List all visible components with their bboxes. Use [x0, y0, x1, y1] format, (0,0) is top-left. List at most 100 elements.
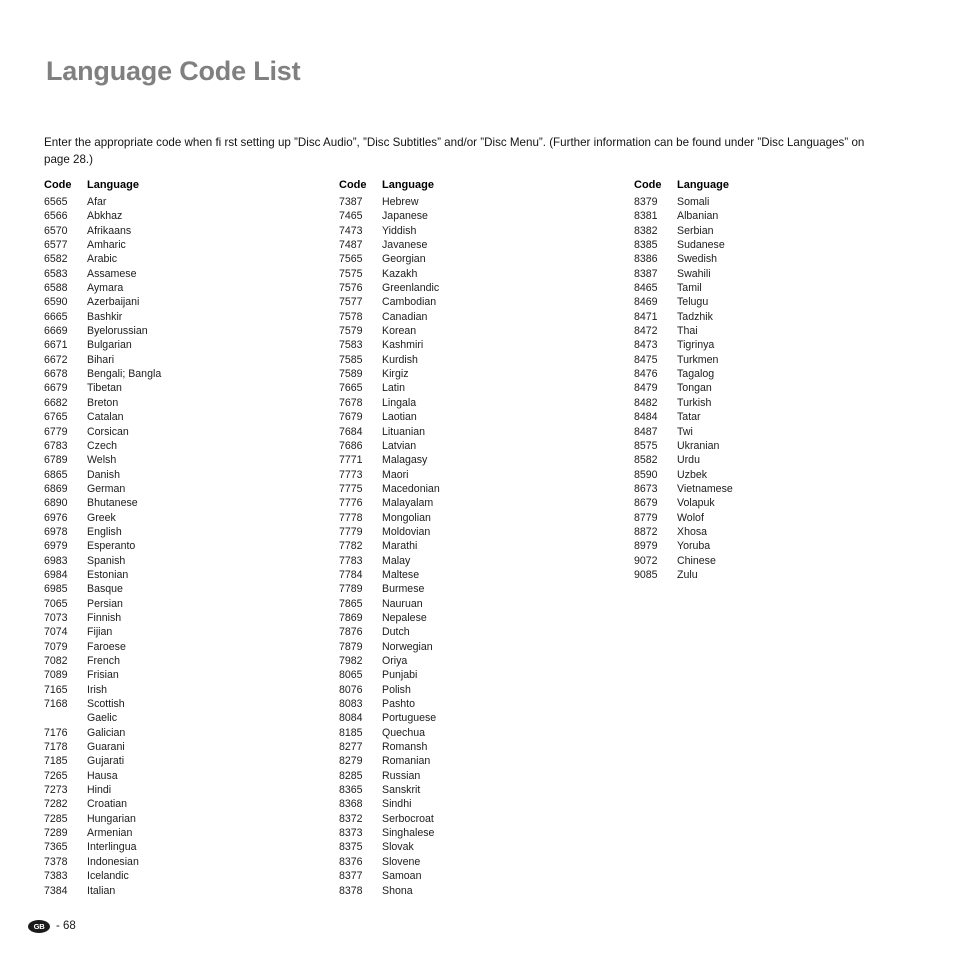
table-row: 6588 Aymara — [44, 281, 339, 295]
column-header-row: Code Language — [634, 176, 929, 195]
cell-code: 8479 — [634, 382, 658, 395]
cell-code: 8484 — [634, 411, 658, 424]
cell-language: Gaelic — [87, 712, 118, 725]
cell-code: 7779 — [339, 525, 363, 538]
cell-language: Catalan — [87, 411, 124, 424]
cell-language: Faroese — [87, 640, 126, 653]
cell-code: 6565 — [44, 196, 68, 208]
cell-code: 7773 — [339, 468, 363, 481]
cell-code: 6665 — [44, 310, 68, 323]
cell-language: Hindi — [87, 784, 112, 797]
table-row: 7079 Faroese — [44, 640, 339, 654]
cell-code: 7487 — [339, 239, 363, 252]
cell-language: Albanian — [677, 210, 719, 223]
cell-language: Samoan — [382, 870, 422, 883]
cell-language: Interlingua — [87, 841, 137, 854]
table-row: 7879 Norwegian — [339, 640, 634, 654]
cell-code: 6577 — [44, 239, 68, 252]
cell-language: Turkmen — [677, 353, 719, 366]
language-code-column-1: Code Language 6565 Afar 6566 Abkhaz 6570 Afri… — [44, 176, 339, 898]
cell-code: 7082 — [44, 655, 68, 667]
cell-language: Zulu — [677, 568, 698, 581]
cell-code: 6590 — [44, 296, 68, 309]
cell-code: 7168 — [44, 698, 68, 711]
table-row: 7771 Malagasy — [339, 453, 634, 467]
table-row: 7686 Latvian — [339, 439, 634, 453]
table-row: 7865 Nauruan — [339, 597, 634, 611]
cell-language: Czech — [87, 439, 118, 452]
language-code-columns: Code Language 6565 Afar 6566 Abkhaz 6570 Afri… — [44, 176, 924, 898]
cell-code: 7583 — [339, 339, 363, 352]
cell-language: Vietnamese — [677, 482, 733, 495]
table-row: 7176 Galician — [44, 726, 339, 740]
cell-language: Kurdish — [382, 353, 418, 366]
cell-language: Quechua — [382, 726, 425, 739]
cell-language: Gujarati — [87, 755, 125, 768]
cell-language: Tatar — [677, 411, 701, 424]
table-row: 8185 Quechua — [339, 726, 634, 740]
cell-language: Icelandic — [87, 870, 129, 883]
cell-code: 8378 — [339, 884, 363, 897]
table-row: 6783 Czech — [44, 439, 339, 453]
cell-language: Serbocroat — [382, 812, 434, 825]
cell-language: Bihari — [87, 353, 115, 366]
cell-language: Shona — [382, 884, 413, 897]
cell-code: 7065 — [44, 597, 68, 610]
table-row: 8487 Twi — [634, 425, 929, 439]
table-row: 6984 Estonian — [44, 568, 339, 582]
table-row: 7869 Nepalese — [339, 611, 634, 625]
cell-language: Burmese — [382, 583, 425, 596]
table-row: Gaelic — [44, 711, 339, 725]
cell-code: 7778 — [339, 511, 363, 524]
cell-code: 8279 — [339, 755, 363, 768]
table-row: 6583 Assamese — [44, 267, 339, 281]
table-row: 8083 Pashto — [339, 697, 634, 711]
cell-language: Russian — [382, 769, 421, 782]
cell-code: 8469 — [634, 296, 658, 309]
table-row: 6682 Breton — [44, 396, 339, 410]
table-row: 8375 Slovak — [339, 840, 634, 854]
table-row: 7583 Kashmiri — [339, 338, 634, 352]
table-row: 6789 Welsh — [44, 453, 339, 467]
table-row: 7089 Frisian — [44, 668, 339, 682]
cell-language: Turkish — [677, 396, 712, 409]
cell-language: Urdu — [677, 454, 700, 467]
table-row: 7684 Lituanian — [339, 425, 634, 439]
cell-code: 8065 — [339, 669, 363, 682]
region-code-badge: GB — [28, 919, 50, 933]
cell-language: Afar — [87, 196, 107, 208]
cell-language: Tigrinya — [677, 339, 715, 352]
page-number: - 68 — [56, 920, 76, 932]
table-row: 7185 Gujarati — [44, 754, 339, 768]
cell-language: Nepalese — [382, 611, 427, 624]
table-row: 8376 Slovene — [339, 855, 634, 869]
table-row: 8679 Volapuk — [634, 496, 929, 510]
cell-language: Persian — [87, 597, 123, 610]
table-row: 8469 Telugu — [634, 295, 929, 309]
table-row: 7289 Armenian — [44, 826, 339, 840]
table-row: 8872 Xhosa — [634, 525, 929, 539]
table-row: 7778 Mongolian — [339, 511, 634, 525]
table-row: 8373 Singhalese — [339, 826, 634, 840]
cell-language: Uzbek — [677, 468, 708, 481]
cell-code: 8487 — [634, 425, 658, 438]
cell-code: 7578 — [339, 310, 363, 323]
column-header-language: Language — [382, 179, 434, 191]
cell-code: 8387 — [634, 267, 658, 280]
cell-language: Aymara — [87, 282, 124, 295]
table-row: 7487 Javanese — [339, 238, 634, 252]
cell-code: 7865 — [339, 597, 363, 610]
table-row: 8471 Tadzhik — [634, 310, 929, 324]
table-row: 9085 Zulu — [634, 568, 929, 582]
table-row: 7074 Fijian — [44, 625, 339, 639]
cell-code: 7577 — [339, 296, 363, 309]
table-row: 8379 Somali — [634, 195, 929, 209]
table-row: 8279 Romanian — [339, 754, 634, 768]
table-row: 8365 Sanskrit — [339, 783, 634, 797]
cell-language: Portuguese — [382, 712, 437, 725]
table-row: 8779 Wolof — [634, 511, 929, 525]
cell-language: Laotian — [382, 411, 417, 424]
cell-language: Basque — [87, 583, 123, 596]
cell-language: Indonesian — [87, 855, 139, 868]
cell-language: Frisian — [87, 669, 119, 682]
